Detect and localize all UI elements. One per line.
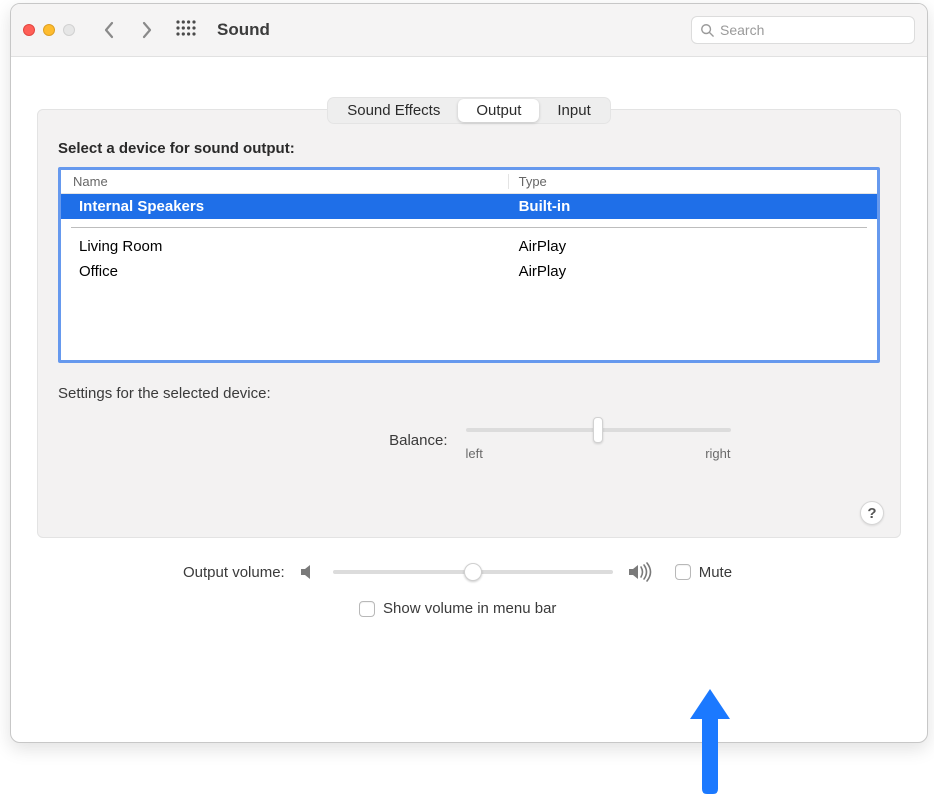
select-device-label: Select a device for sound output:: [58, 140, 880, 157]
forward-button[interactable]: [133, 16, 161, 44]
chevron-right-icon: [140, 21, 154, 39]
settings-for-label: Settings for the selected device:: [58, 385, 880, 402]
device-name: Living Room: [73, 238, 509, 255]
mute-label: Mute: [699, 564, 732, 581]
tab-input[interactable]: Input: [539, 99, 608, 122]
tab-sound-effects[interactable]: Sound Effects: [329, 99, 458, 122]
device-row-office[interactable]: Office AirPlay: [61, 259, 877, 284]
output-volume-row: Output volume:: [63, 562, 875, 582]
device-row-internal-speakers[interactable]: Internal Speakers Built-in: [61, 194, 877, 219]
device-type: AirPlay: [509, 238, 865, 255]
mute-checkbox[interactable]: [675, 564, 691, 580]
grid-icon: [175, 19, 197, 41]
volume-low-icon: [299, 563, 319, 581]
help-button[interactable]: ?: [860, 501, 884, 525]
mute-option[interactable]: Mute: [675, 564, 732, 581]
balance-right-label: right: [705, 446, 730, 461]
balance-slider[interactable]: [466, 420, 731, 442]
device-table-header: Name Type: [61, 170, 877, 194]
pane-tabs: Sound Effects Output Input: [327, 97, 611, 124]
toolbar: Sound: [11, 4, 927, 57]
balance-row: Balance: left right: [58, 420, 880, 461]
content-area: Sound Effects Output Input Select a devi…: [11, 57, 927, 742]
show-volume-menubar-option[interactable]: Show volume in menu bar: [63, 600, 875, 617]
output-volume-slider[interactable]: [333, 562, 613, 582]
chevron-left-icon: [102, 21, 116, 39]
window-title: Sound: [217, 20, 270, 40]
volume-high-icon: [627, 562, 655, 582]
search-icon: [700, 23, 714, 37]
zoom-window-button[interactable]: [63, 24, 75, 36]
column-header-name[interactable]: Name: [73, 174, 509, 189]
device-name: Internal Speakers: [73, 198, 509, 215]
show-all-prefs-button[interactable]: [171, 15, 201, 45]
device-type: Built-in: [509, 198, 865, 215]
device-type: AirPlay: [509, 263, 865, 280]
show-volume-menubar-label: Show volume in menu bar: [383, 600, 556, 617]
device-table-body: Internal Speakers Built-in Living Room A…: [61, 194, 877, 284]
show-volume-menubar-checkbox[interactable]: [359, 601, 375, 617]
output-panel: Select a device for sound output: Name T…: [37, 109, 901, 538]
bottom-bar: Output volume:: [37, 538, 901, 627]
balance-left-label: left: [466, 446, 483, 461]
column-header-type[interactable]: Type: [509, 174, 865, 189]
device-table[interactable]: Name Type Internal Speakers Built-in Liv…: [58, 167, 880, 363]
help-icon: ?: [867, 505, 876, 522]
device-name: Office: [73, 263, 509, 280]
tab-output[interactable]: Output: [458, 99, 539, 122]
output-volume-label: Output volume:: [183, 564, 285, 581]
back-button[interactable]: [95, 16, 123, 44]
window-controls: [23, 24, 75, 36]
minimize-window-button[interactable]: [43, 24, 55, 36]
table-separator: [71, 227, 867, 228]
sound-preferences-window: Sound Sound Effects Output Input Select …: [10, 3, 928, 743]
search-field[interactable]: [691, 16, 915, 44]
balance-control: left right: [466, 420, 731, 461]
device-row-living-room[interactable]: Living Room AirPlay: [61, 234, 877, 259]
close-window-button[interactable]: [23, 24, 35, 36]
search-input[interactable]: [720, 22, 906, 38]
balance-label: Balance:: [208, 432, 448, 449]
